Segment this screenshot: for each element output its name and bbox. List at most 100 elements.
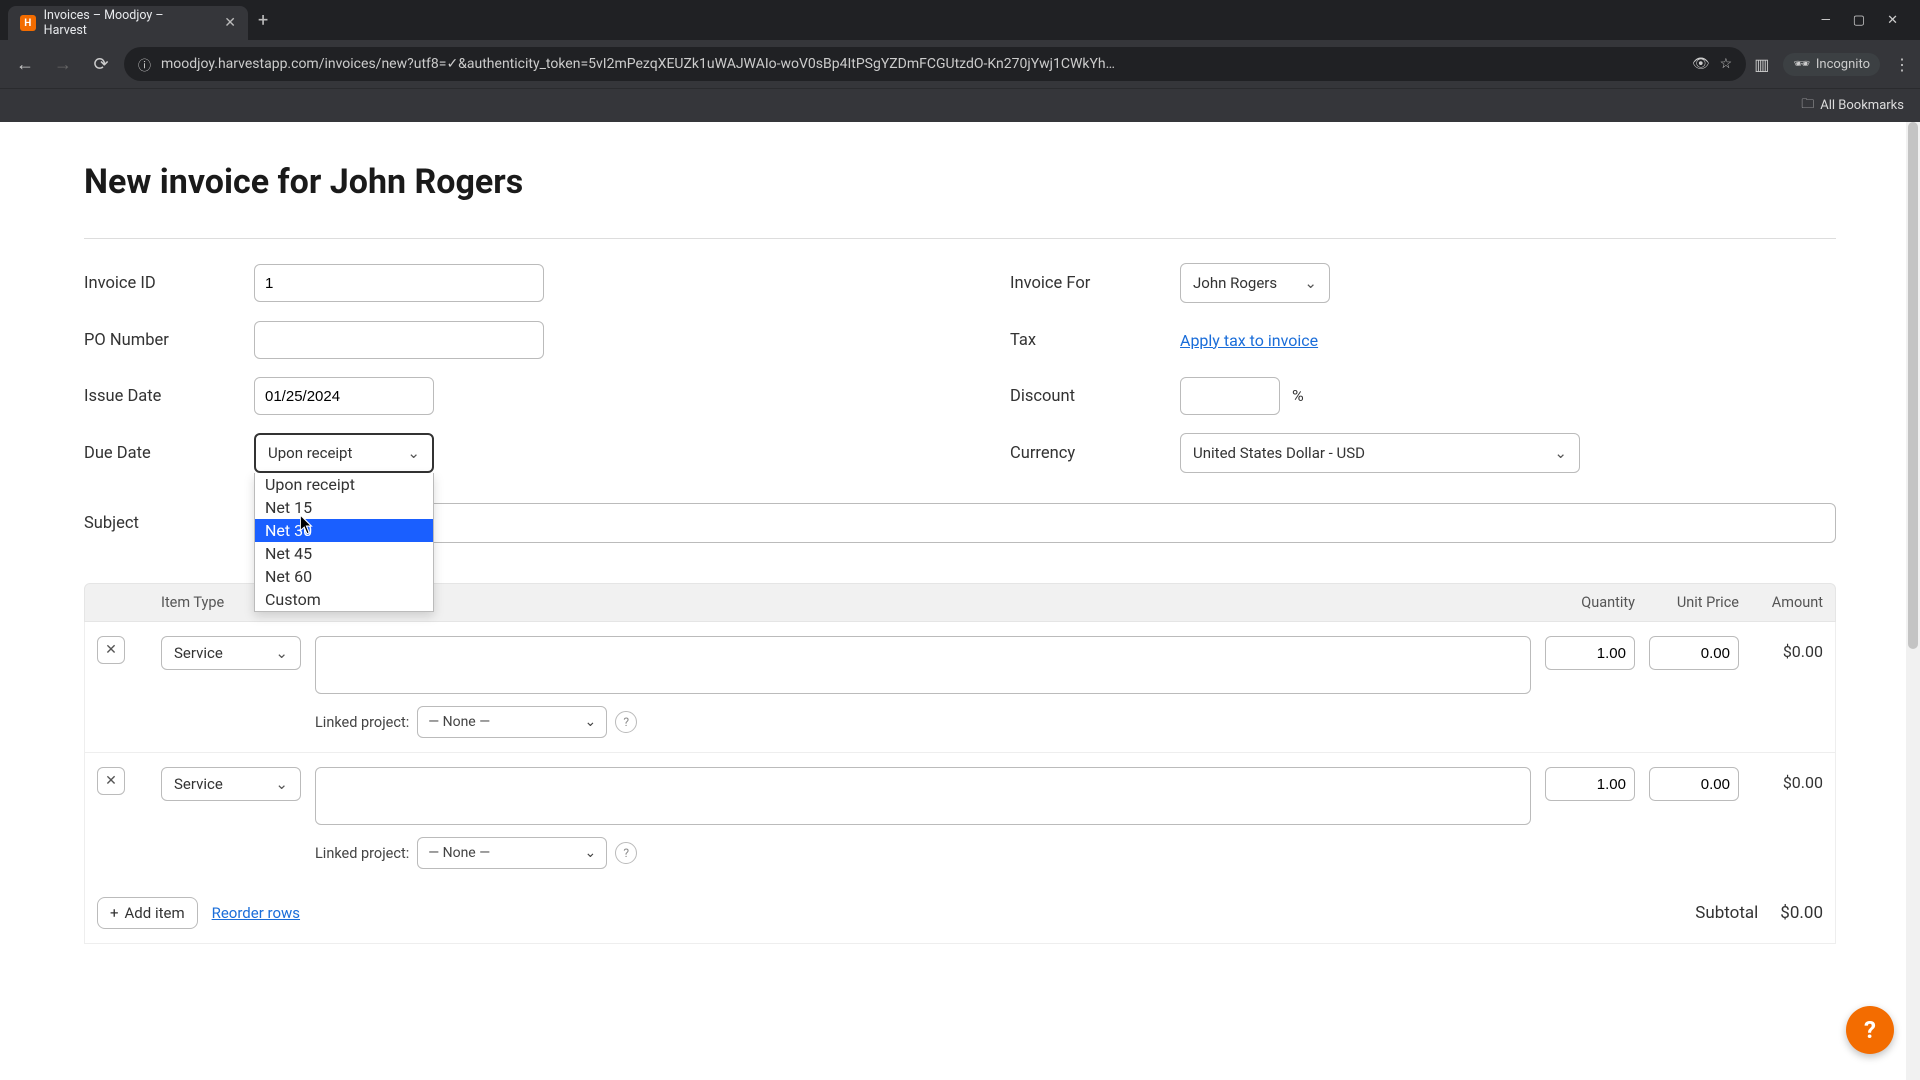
apply-tax-link[interactable]: Apply tax to invoice: [1180, 331, 1318, 350]
discount-input[interactable]: [1180, 377, 1280, 415]
item-price-input[interactable]: [1649, 636, 1739, 670]
po-number-input[interactable]: [254, 321, 544, 359]
due-date-select[interactable]: Upon receipt ⌄: [254, 433, 434, 473]
url-text: moodjoy.harvestapp.com/invoices/new?utf8…: [161, 56, 1682, 72]
tax-label: Tax: [1010, 331, 1170, 350]
due-date-label: Due Date: [84, 444, 244, 463]
due-date-option[interactable]: Upon receipt: [255, 473, 433, 496]
folder-icon: 🗀: [1801, 95, 1814, 117]
page-content: New invoice for John Rogers Invoice ID I…: [0, 122, 1920, 984]
invoice-id-label: Invoice ID: [84, 274, 244, 293]
url-field[interactable]: ⓘ moodjoy.harvestapp.com/invoices/new?ut…: [124, 47, 1746, 81]
incognito-badge[interactable]: 🕶 Incognito: [1783, 53, 1880, 76]
due-date-option[interactable]: Net 15: [255, 496, 433, 519]
due-date-selected: Upon receipt: [268, 444, 352, 462]
linked-project-value: — None —: [428, 845, 490, 861]
item-price-input[interactable]: [1649, 767, 1739, 801]
add-item-button[interactable]: + Add item: [97, 897, 198, 929]
browser-chrome: H Invoices – Moodjoy – Harvest ✕ + — ▢ ✕…: [0, 0, 1920, 122]
bookmark-star-icon[interactable]: ☆: [1720, 56, 1733, 72]
linked-project-select[interactable]: — None — ⌄: [417, 837, 607, 869]
due-date-option[interactable]: Net 45: [255, 542, 433, 565]
chevron-down-icon: ⌄: [407, 444, 420, 462]
minimize-icon[interactable]: —: [1821, 13, 1831, 28]
items-footer: + Add item Reorder rows Subtotal $0.00: [84, 883, 1836, 944]
chevron-down-icon: ⌄: [584, 714, 596, 730]
plus-icon: +: [110, 904, 119, 922]
currency-label: Currency: [1010, 444, 1170, 463]
currency-value: United States Dollar - USD: [1193, 444, 1365, 462]
remove-item-button[interactable]: ✕: [97, 767, 125, 795]
favicon-icon: H: [20, 15, 36, 31]
new-tab-button[interactable]: +: [258, 10, 268, 31]
linked-project-select[interactable]: — None — ⌄: [417, 706, 607, 738]
forward-button: →: [48, 54, 78, 75]
line-item-row: ✕ Service ⌄ $0.00 Linked project: — None…: [84, 753, 1836, 883]
add-item-label: Add item: [125, 904, 185, 922]
browser-tab[interactable]: H Invoices – Moodjoy – Harvest ✕: [8, 6, 248, 40]
invoice-for-select[interactable]: John Rogers ⌄: [1180, 263, 1330, 303]
currency-select[interactable]: United States Dollar - USD ⌄: [1180, 433, 1580, 473]
col-unit-price: Unit Price: [1649, 594, 1739, 611]
maximize-icon[interactable]: ▢: [1853, 13, 1865, 28]
item-description-input[interactable]: [315, 767, 1531, 825]
discount-label: Discount: [1010, 387, 1170, 406]
all-bookmarks-label: All Bookmarks: [1820, 98, 1904, 113]
reorder-rows-link[interactable]: Reorder rows: [212, 904, 300, 922]
reload-button[interactable]: ⟳: [86, 54, 116, 75]
due-date-option[interactable]: Custom: [255, 588, 433, 611]
side-panel-icon[interactable]: ▥: [1754, 55, 1769, 74]
vertical-scrollbar[interactable]: [1906, 122, 1920, 1080]
item-amount: $0.00: [1753, 636, 1823, 661]
issue-date-input[interactable]: [254, 377, 434, 415]
remove-item-button[interactable]: ✕: [97, 636, 125, 664]
chevron-down-icon: ⌄: [1554, 444, 1567, 462]
col-description: Description: [315, 594, 1531, 611]
subtotal-value: $0.00: [1780, 903, 1823, 923]
incognito-label: Incognito: [1816, 57, 1870, 72]
help-fab-button[interactable]: ?: [1846, 1006, 1894, 1054]
all-bookmarks-button[interactable]: 🗀 All Bookmarks: [1801, 95, 1904, 117]
chevron-down-icon: ⌄: [1304, 274, 1317, 292]
item-description-input[interactable]: [315, 636, 1531, 694]
subtotal-label: Subtotal: [1695, 903, 1758, 923]
po-number-label: PO Number: [84, 331, 244, 350]
line-item-row: ✕ Service ⌄ $0.00 Linked project: — None…: [84, 622, 1836, 752]
col-amount: Amount: [1753, 594, 1823, 611]
incognito-icon: 🕶: [1793, 57, 1810, 72]
back-button[interactable]: ←: [10, 54, 40, 75]
due-date-option[interactable]: Net 30: [255, 519, 433, 542]
item-type-value: Service: [174, 644, 223, 662]
help-icon[interactable]: ?: [615, 711, 637, 733]
question-icon: ?: [1864, 1016, 1876, 1044]
item-quantity-input[interactable]: [1545, 767, 1635, 801]
item-type-select[interactable]: Service ⌄: [161, 636, 301, 670]
eye-off-icon[interactable]: 👁: [1692, 56, 1710, 72]
address-bar: ← → ⟳ ⓘ moodjoy.harvestapp.com/invoices/…: [0, 40, 1920, 88]
col-quantity: Quantity: [1545, 594, 1635, 611]
help-icon[interactable]: ?: [615, 842, 637, 864]
page-title: New invoice for John Rogers: [84, 162, 1836, 202]
line-items: Item Type Description Quantity Unit Pric…: [84, 583, 1836, 944]
item-type-select[interactable]: Service ⌄: [161, 767, 301, 801]
subject-input[interactable]: [254, 503, 1836, 543]
linked-project-label: Linked project:: [315, 714, 409, 731]
menu-icon[interactable]: ⋮: [1894, 55, 1910, 74]
site-info-icon[interactable]: ⓘ: [138, 55, 151, 74]
item-amount: $0.00: [1753, 767, 1823, 792]
bookmarks-bar: 🗀 All Bookmarks: [0, 88, 1920, 122]
invoice-id-input[interactable]: [254, 264, 544, 302]
due-date-option[interactable]: Net 60: [255, 565, 433, 588]
divider: [84, 238, 1836, 239]
discount-unit: %: [1292, 386, 1304, 405]
item-quantity-input[interactable]: [1545, 636, 1635, 670]
close-window-icon[interactable]: ✕: [1887, 13, 1898, 28]
invoice-for-value: John Rogers: [1193, 274, 1277, 292]
scrollbar-thumb[interactable]: [1908, 122, 1918, 649]
subject-label: Subject: [84, 514, 244, 533]
linked-project-value: — None —: [428, 714, 490, 730]
tab-close-icon[interactable]: ✕: [224, 15, 236, 31]
chevron-down-icon: ⌄: [275, 644, 288, 662]
chevron-down-icon: ⌄: [275, 775, 288, 793]
issue-date-label: Issue Date: [84, 387, 244, 406]
